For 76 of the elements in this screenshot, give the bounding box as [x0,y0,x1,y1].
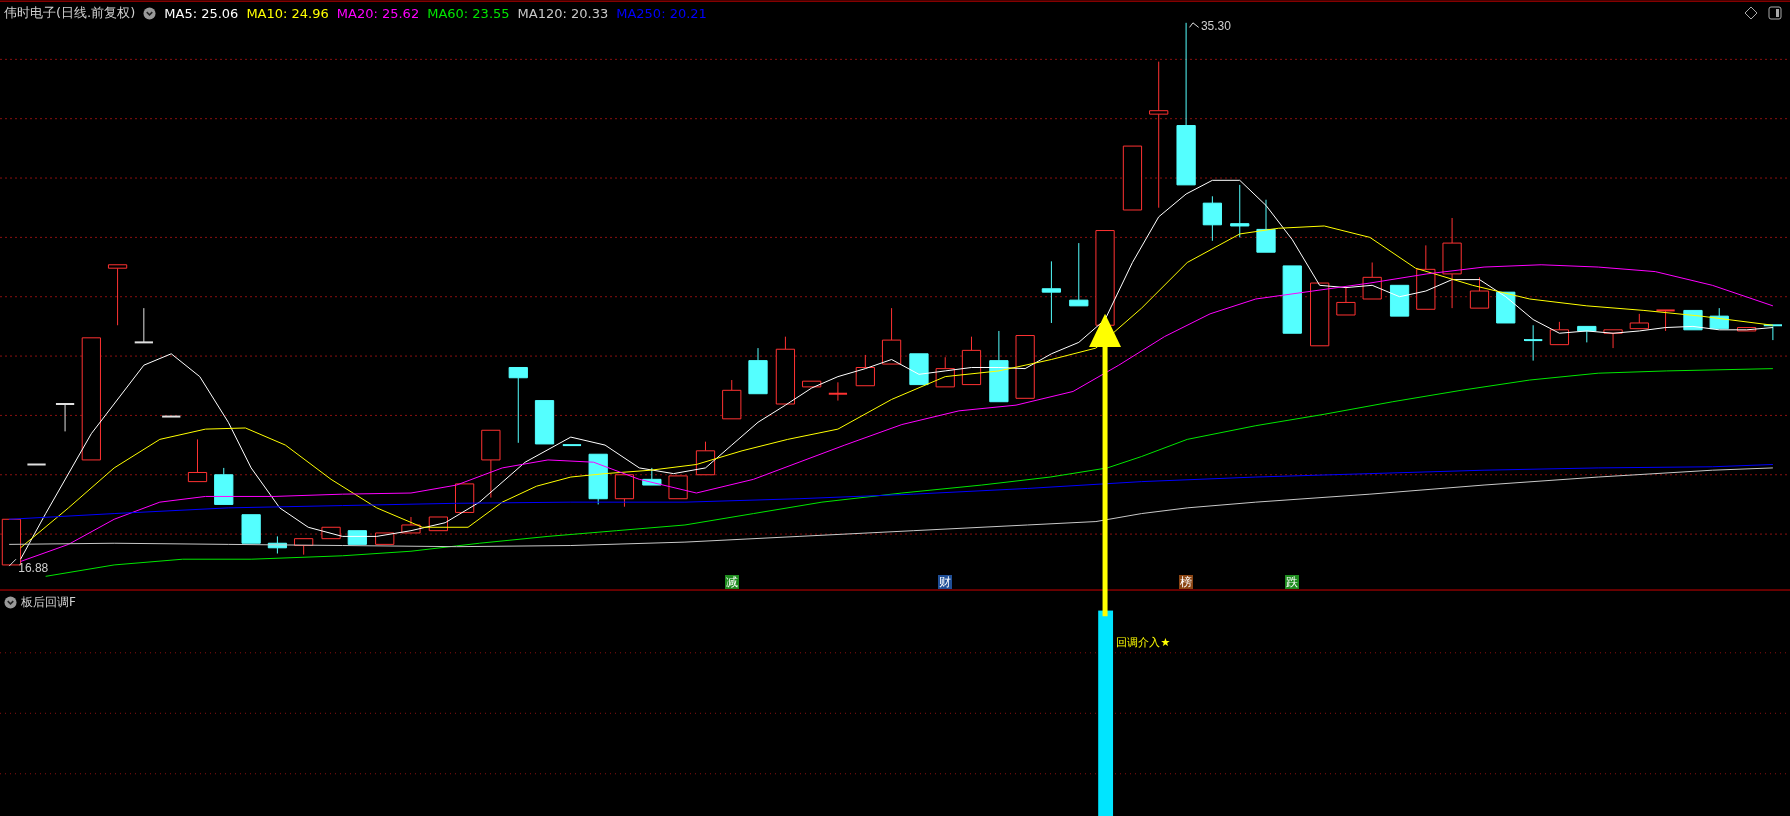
candlestick [401,516,421,534]
candlestick [1362,262,1382,300]
candlestick [1603,329,1623,349]
candlestick [161,415,182,418]
high-price-label: 35.30 [1200,19,1231,34]
moving-average-label: MA250: 20.21 [616,5,707,21]
candlestick [267,535,288,554]
dropdown-icon[interactable] [4,596,17,610]
candlestick [1523,324,1544,362]
candlestick [294,538,314,556]
candlestick [1336,287,1356,316]
signal-label: 回调介入★ [1116,634,1171,650]
candlestick [827,381,849,402]
candlestick [1310,282,1330,347]
event-tag: 跌 [1285,575,1300,590]
candlestick [614,474,635,508]
candlestick [1629,313,1649,330]
moving-average-label: MA120: 20.33 [517,5,609,21]
candlestick [961,336,982,386]
candlestick [642,467,662,486]
candlestick [26,463,47,466]
candlestick [1709,307,1729,330]
moving-average-label: MA60: 23.55 [427,5,510,21]
diamond-icon[interactable] [1744,6,1758,20]
candlestick [588,453,608,505]
event-tag: 减 [724,575,739,590]
candlestick [1496,291,1516,324]
event-tag: 榜 [1178,575,1193,590]
leader-line [1189,22,1200,28]
moving-average-label: MA10: 24.96 [246,5,329,21]
candlestick [1230,184,1250,238]
candlestick [133,307,154,344]
candlestick [1469,276,1490,309]
candlestick [881,307,902,365]
candlestick [187,438,208,483]
panel-toggle-icon[interactable] [1768,6,1782,20]
candlestick [1202,195,1222,242]
chart-title: 伟时电子(日线.前复权) [4,4,136,22]
leader-line [8,558,17,567]
candlestick [1762,324,1783,341]
candlestick [1549,321,1570,346]
candlestick [1122,145,1143,211]
candlestick [775,336,796,405]
candlestick [1256,199,1276,253]
candlestick [241,514,261,544]
candlestick [428,516,448,532]
candlestick [909,353,929,386]
candlestick [107,264,128,326]
moving-average-label: MA5: 25.06 [164,5,239,21]
candlestick [1015,335,1035,399]
low-price-label: 16.88 [18,560,49,575]
candlestick [1389,284,1410,317]
candlestick [214,467,234,505]
moving-average-label: MA20: 25.62 [336,5,420,21]
candlestick [534,400,555,445]
candlestick [1655,309,1676,332]
candlestick [54,403,76,432]
dropdown-icon[interactable] [143,6,157,20]
candlestick [1577,325,1597,343]
candlestick [935,356,955,388]
candlestick [1069,242,1089,307]
candlestick [748,347,768,395]
candlestick [561,444,583,447]
candlestick [1282,265,1302,334]
candlestick [321,526,341,540]
event-tag: 财 [938,575,953,590]
candlestick [722,379,742,420]
candlestick [802,380,822,388]
candlestick [855,354,875,387]
candlestick [481,429,501,499]
candlestick [668,475,688,500]
candlestick [1416,244,1436,310]
indicator-name: 板后回调F [21,594,76,612]
candlestick [1041,260,1062,324]
candlestick [695,441,716,476]
candlestick [1737,327,1757,332]
